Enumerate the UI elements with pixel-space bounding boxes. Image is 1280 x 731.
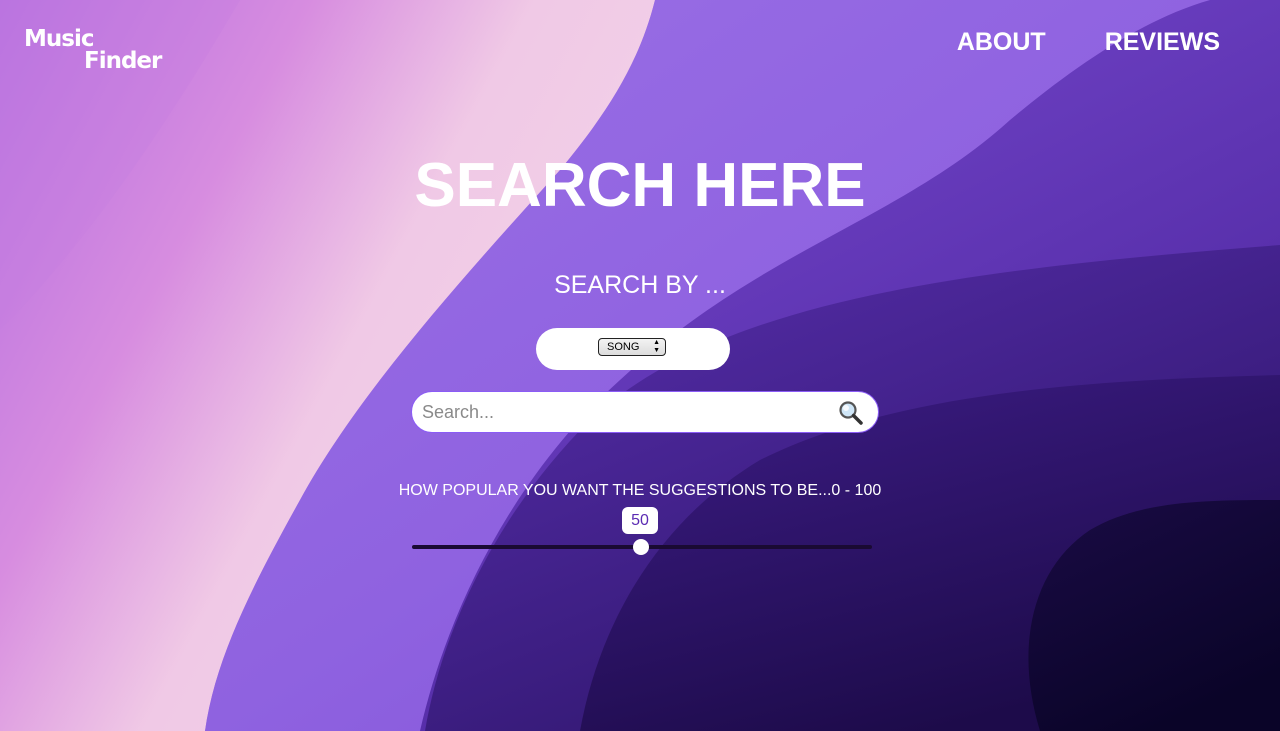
search-bar <box>411 391 879 433</box>
page-title: SEARCH HERE <box>414 151 866 220</box>
logo-line-1: Music <box>24 26 94 52</box>
search-by-selected-value: SONG <box>607 341 640 353</box>
magnifier-icon[interactable] <box>838 400 864 426</box>
music-finder-logo[interactable]: Music Finder <box>24 26 162 74</box>
popularity-value-bubble: 50 <box>622 507 658 534</box>
top-nav: ABOUT REVIEWS <box>957 28 1220 56</box>
logo-line-2: Finder <box>84 48 162 74</box>
nav-about-link[interactable]: ABOUT <box>957 28 1046 56</box>
search-by-select-container: SONG ▲ ▼ <box>536 328 730 370</box>
popularity-slider-thumb[interactable] <box>633 539 649 555</box>
select-arrows-icon: ▲ ▼ <box>653 339 660 354</box>
nav-reviews-link[interactable]: REVIEWS <box>1105 28 1220 56</box>
popularity-label: HOW POPULAR YOU WANT THE SUGGESTIONS TO … <box>398 482 882 499</box>
search-by-select[interactable]: SONG ▲ ▼ <box>598 338 666 356</box>
search-input[interactable] <box>422 400 822 424</box>
search-by-label: SEARCH BY ... <box>554 271 726 299</box>
